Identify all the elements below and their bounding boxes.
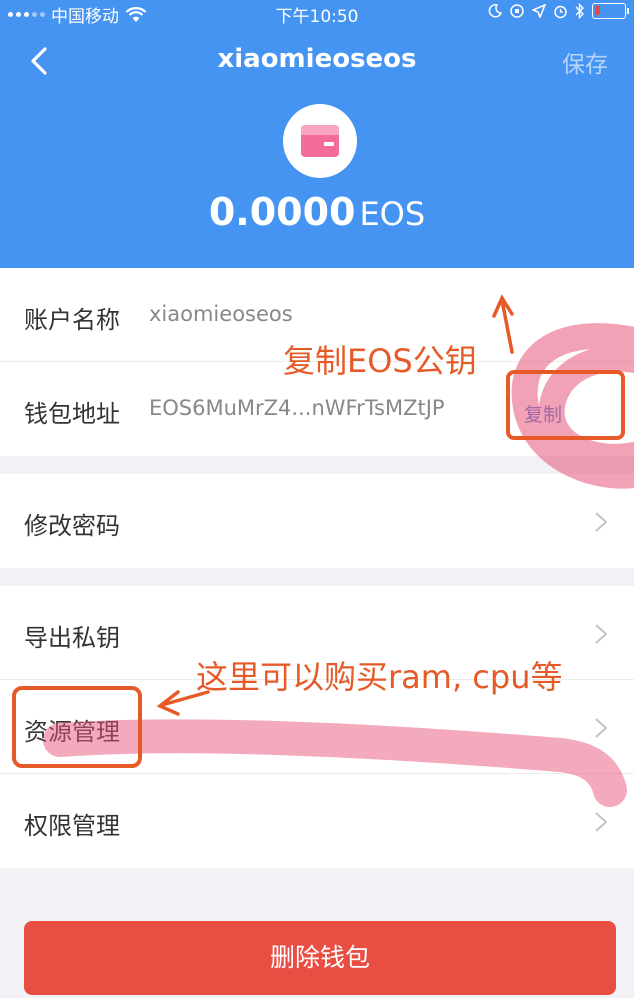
wallet-avatar xyxy=(283,104,357,178)
resource-management-label: 资源管理 xyxy=(24,718,120,746)
page-title: xiaomieoseos xyxy=(217,44,417,74)
balance: 0.0000 EOS xyxy=(0,190,634,234)
header: 中国移动 下午10:50 xiaomieoseos 保存 0.0000 EOS xyxy=(0,0,634,268)
status-bar: 中国移动 下午10:50 xyxy=(0,0,634,27)
delete-wallet-button[interactable]: 删除钱包 xyxy=(24,921,616,995)
chevron-right-icon xyxy=(595,624,608,644)
balance-unit: EOS xyxy=(359,195,426,233)
wallet-icon xyxy=(301,125,339,157)
export-private-key-label: 导出私钥 xyxy=(24,624,120,652)
chevron-right-icon xyxy=(595,812,608,832)
rotation-lock-icon xyxy=(510,4,524,18)
save-button[interactable]: 保存 xyxy=(562,45,608,79)
password-section: 修改密码 xyxy=(0,474,634,568)
change-password-label: 修改密码 xyxy=(24,512,120,540)
wallet-address-value: EOS6MuMrZ4...nWFrTsMZtJP xyxy=(149,396,445,420)
account-name-value: xiaomieoseos xyxy=(149,302,293,326)
battery-icon xyxy=(592,3,629,19)
permission-management-label: 权限管理 xyxy=(24,812,120,840)
permission-management-row[interactable]: 权限管理 xyxy=(0,774,634,868)
status-right xyxy=(488,3,629,19)
copy-button[interactable]: 复制 xyxy=(524,400,562,427)
copy-annotation: 复制EOS公钥 xyxy=(283,342,477,380)
moon-icon xyxy=(488,4,502,18)
balance-amount: 0.0000 xyxy=(208,190,356,234)
resource-annotation: 这里可以购买ram, cpu等 xyxy=(196,658,563,696)
location-icon xyxy=(532,4,546,18)
nav-bar: xiaomieoseos 保存 xyxy=(0,36,634,84)
management-section: 导出私钥 资源管理 权限管理 xyxy=(0,586,634,868)
battery-fill xyxy=(595,6,601,15)
alarm-icon xyxy=(554,5,567,18)
bluetooth-icon xyxy=(575,3,584,19)
wallet-address-label: 钱包地址 xyxy=(24,400,120,428)
chevron-right-icon xyxy=(595,718,608,738)
change-password-row[interactable]: 修改密码 xyxy=(0,474,634,568)
chevron-right-icon xyxy=(595,512,608,532)
account-name-label: 账户名称 xyxy=(24,306,120,334)
